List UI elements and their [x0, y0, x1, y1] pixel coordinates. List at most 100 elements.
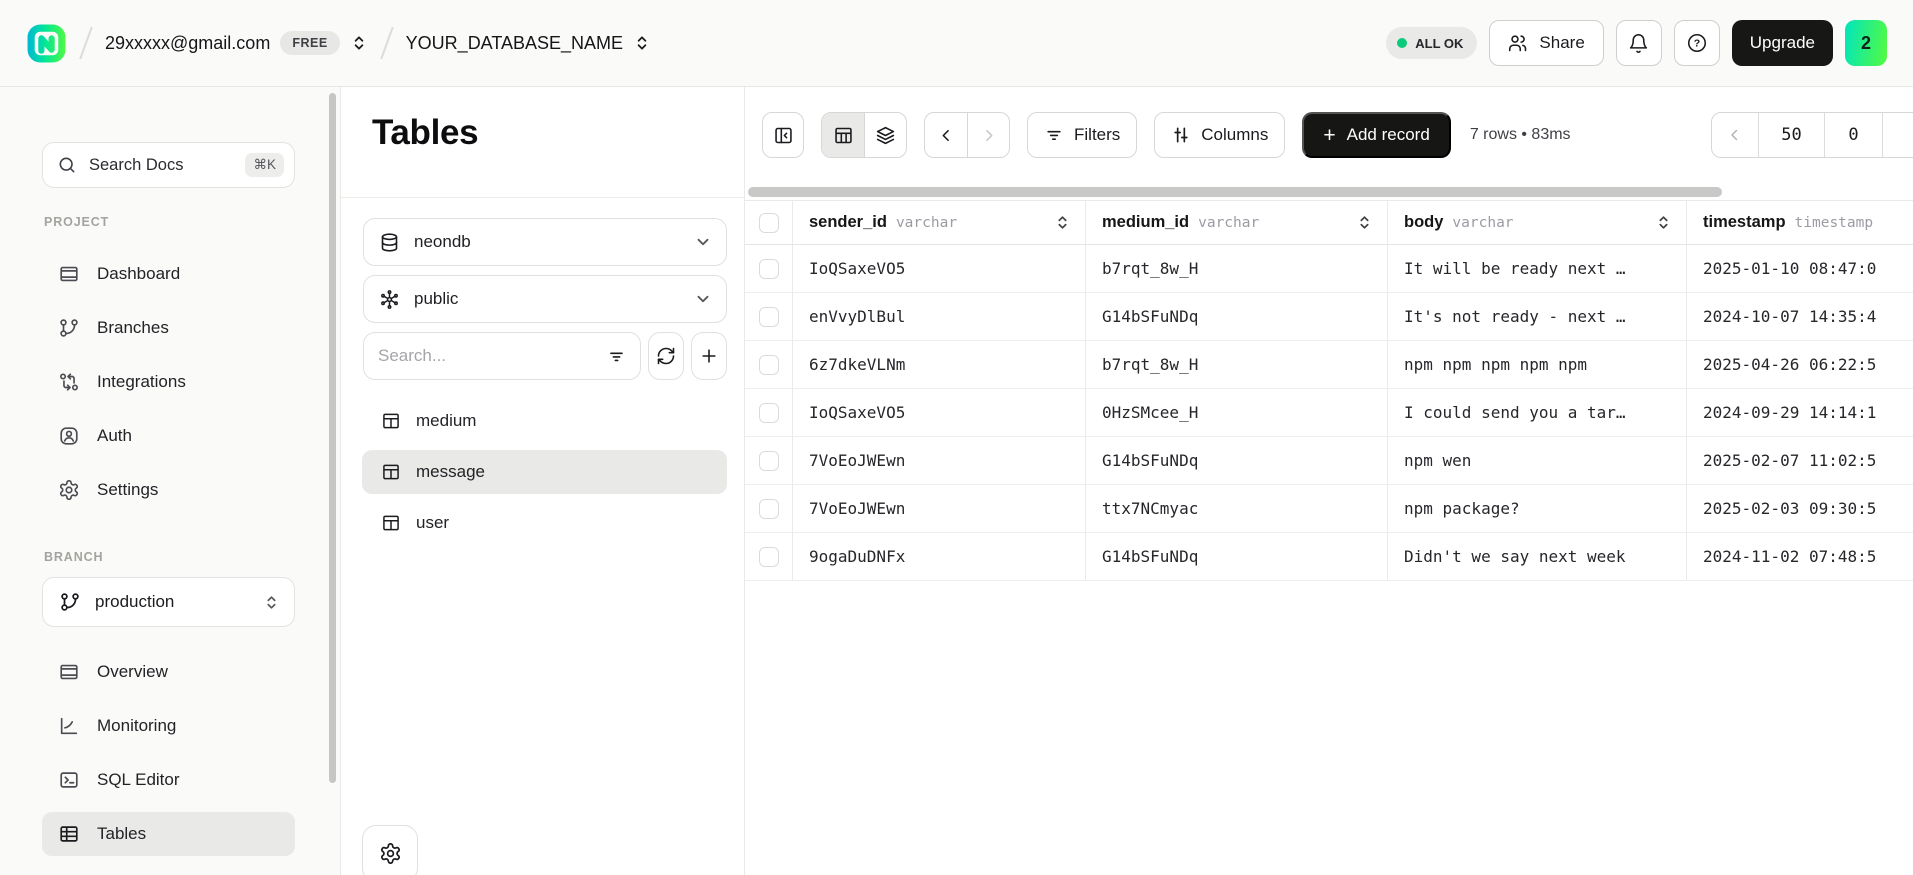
status-badge[interactable]: ALL OK	[1386, 27, 1477, 59]
table-list-item-user[interactable]: user	[362, 501, 727, 545]
table-row[interactable]: 7VoEoJWEwn ttx7NCmyac npm package? 2025-…	[745, 485, 1913, 533]
pager-extra-cell[interactable]	[1882, 113, 1913, 157]
table-search-row	[363, 332, 727, 380]
cell-timestamp[interactable]: 2024-10-07 14:35:4	[1687, 293, 1913, 340]
cell-timestamp[interactable]: 2024-11-02 07:48:5	[1687, 533, 1913, 580]
cell-body[interactable]: It's not ready - next …	[1388, 293, 1687, 340]
table-list-item-message[interactable]: message	[362, 450, 727, 494]
grid-view-toggle[interactable]	[822, 113, 864, 157]
refresh-button[interactable]	[648, 332, 684, 380]
cell-medium-id[interactable]: 0HzSMcee_H	[1086, 389, 1388, 436]
cell-body[interactable]: It will be ready next …	[1388, 245, 1687, 292]
cell-sender-id[interactable]: IoQSaxeVO5	[793, 389, 1086, 436]
cell-body[interactable]: npm npm npm npm npm	[1388, 341, 1687, 388]
back-button[interactable]	[925, 113, 967, 157]
sidebar-item-auth[interactable]: Auth	[42, 414, 295, 458]
row-checkbox[interactable]	[759, 547, 779, 567]
neon-logo[interactable]	[26, 23, 67, 64]
sidebar-item-dashboard[interactable]: Dashboard	[42, 252, 295, 296]
sort-icon[interactable]	[1356, 214, 1373, 231]
column-header-medium-id[interactable]: medium_id varchar	[1086, 201, 1388, 244]
row-checkbox[interactable]	[759, 451, 779, 471]
database-select[interactable]: neondb	[363, 218, 727, 266]
cell-medium-id[interactable]: b7rqt_8w_H	[1086, 341, 1388, 388]
table-row[interactable]: IoQSaxeVO5 b7rqt_8w_H It will be ready n…	[745, 245, 1913, 293]
column-sliders-icon	[1171, 125, 1191, 145]
sidebar-item-overview[interactable]: Overview	[42, 650, 295, 694]
layers-view-toggle[interactable]	[864, 113, 906, 157]
column-header-sender-id[interactable]: sender_id varchar	[793, 201, 1086, 244]
branch-selector[interactable]: production	[42, 577, 295, 627]
sidebar-item-sql-editor[interactable]: SQL Editor	[42, 758, 295, 802]
credits-badge[interactable]: 2	[1845, 20, 1887, 66]
table-row[interactable]: enVvyDlBul G14bSFuNDq It's not ready - n…	[745, 293, 1913, 341]
sidebar-item-branches[interactable]: Branches	[42, 306, 295, 350]
schema-icon	[379, 289, 400, 310]
layers-icon	[875, 125, 896, 146]
collapse-panel-button[interactable]	[762, 112, 804, 158]
cell-medium-id[interactable]: G14bSFuNDq	[1086, 437, 1388, 484]
cell-body[interactable]: npm wen	[1388, 437, 1687, 484]
upgrade-button[interactable]: Upgrade	[1732, 20, 1833, 66]
cell-sender-id[interactable]: 6z7dkeVLNm	[793, 341, 1086, 388]
cell-timestamp[interactable]: 2024-09-29 14:14:1	[1687, 389, 1913, 436]
table-row[interactable]: 7VoEoJWEwn G14bSFuNDq npm wen 2025-02-07…	[745, 437, 1913, 485]
page-offset-field[interactable]: 0	[1824, 113, 1882, 157]
add-table-button[interactable]	[691, 332, 727, 380]
cell-sender-id[interactable]: enVvyDlBul	[793, 293, 1086, 340]
cell-timestamp[interactable]: 2025-02-07 11:02:5	[1687, 437, 1913, 484]
row-checkbox[interactable]	[759, 355, 779, 375]
table-row[interactable]: 9ogaDuDNFx G14bSFuNDq Didn't we say next…	[745, 533, 1913, 581]
row-checkbox[interactable]	[759, 499, 779, 519]
pager-prev-button[interactable]	[1712, 113, 1758, 157]
cell-sender-id[interactable]: 7VoEoJWEwn	[793, 485, 1086, 532]
schema-select[interactable]: public	[363, 275, 727, 323]
select-all-checkbox[interactable]	[759, 213, 779, 233]
grid-header-row: sender_id varchar medium_id varchar body…	[745, 200, 1913, 245]
cell-timestamp[interactable]: 2025-04-26 06:22:5	[1687, 341, 1913, 388]
sidebar-scrollbar[interactable]	[329, 93, 336, 783]
cell-timestamp[interactable]: 2025-02-03 09:30:5	[1687, 485, 1913, 532]
cell-medium-id[interactable]: G14bSFuNDq	[1086, 293, 1388, 340]
cell-sender-id[interactable]: 9ogaDuDNFx	[793, 533, 1086, 580]
forward-button[interactable]	[967, 113, 1009, 157]
add-record-button[interactable]: + Add record	[1302, 112, 1450, 158]
page-size-field[interactable]: 50	[1758, 113, 1824, 157]
cell-timestamp[interactable]: 2025-01-10 08:47:0	[1687, 245, 1913, 292]
sidebar-item-monitoring[interactable]: Monitoring	[42, 704, 295, 748]
help-button[interactable]: ?	[1674, 20, 1720, 66]
columns-button[interactable]: Columns	[1154, 112, 1285, 158]
row-checkbox[interactable]	[759, 259, 779, 279]
sort-icon[interactable]	[1054, 214, 1071, 231]
share-button[interactable]: Share	[1489, 20, 1603, 66]
table-list-item-medium[interactable]: medium	[362, 399, 727, 443]
cell-sender-id[interactable]: IoQSaxeVO5	[793, 245, 1086, 292]
table-row[interactable]: IoQSaxeVO5 0HzSMcee_H I could send you a…	[745, 389, 1913, 437]
column-header-body[interactable]: body varchar	[1388, 201, 1687, 244]
sidebar-item-tables[interactable]: Tables	[42, 812, 295, 856]
row-checkbox[interactable]	[759, 403, 779, 423]
table-row[interactable]: 6z7dkeVLNm b7rqt_8w_H npm npm npm npm np…	[745, 341, 1913, 389]
database-switcher[interactable]: YOUR_DATABASE_NAME	[406, 33, 651, 54]
top-bar: 29xxxxx@gmail.com FREE YOUR_DATABASE_NAM…	[0, 0, 1913, 87]
panel-settings-button[interactable]	[362, 825, 418, 875]
cell-body[interactable]: npm package?	[1388, 485, 1687, 532]
cell-body[interactable]: I could send you a tar…	[1388, 389, 1687, 436]
row-checkbox[interactable]	[759, 307, 779, 327]
notifications-button[interactable]	[1616, 20, 1662, 66]
sort-icon[interactable]	[1655, 214, 1672, 231]
cell-body[interactable]: Didn't we say next week	[1388, 533, 1687, 580]
cell-sender-id[interactable]: 7VoEoJWEwn	[793, 437, 1086, 484]
cell-medium-id[interactable]: b7rqt_8w_H	[1086, 245, 1388, 292]
sidebar-item-integrations[interactable]: Integrations	[42, 360, 295, 404]
sidebar-item-settings[interactable]: Settings	[42, 468, 295, 512]
table-search-box[interactable]	[363, 332, 641, 380]
table-search-input[interactable]	[378, 346, 599, 366]
account-switcher[interactable]: 29xxxxx@gmail.com FREE	[105, 31, 368, 55]
search-docs-button[interactable]: Search Docs ⌘K	[42, 142, 295, 188]
column-header-timestamp[interactable]: timestamp timestamp	[1687, 201, 1913, 244]
cell-medium-id[interactable]: G14bSFuNDq	[1086, 533, 1388, 580]
cell-medium-id[interactable]: ttx7NCmyac	[1086, 485, 1388, 532]
filters-button[interactable]: Filters	[1027, 112, 1137, 158]
table-horizontal-scrollbar[interactable]	[748, 187, 1722, 197]
